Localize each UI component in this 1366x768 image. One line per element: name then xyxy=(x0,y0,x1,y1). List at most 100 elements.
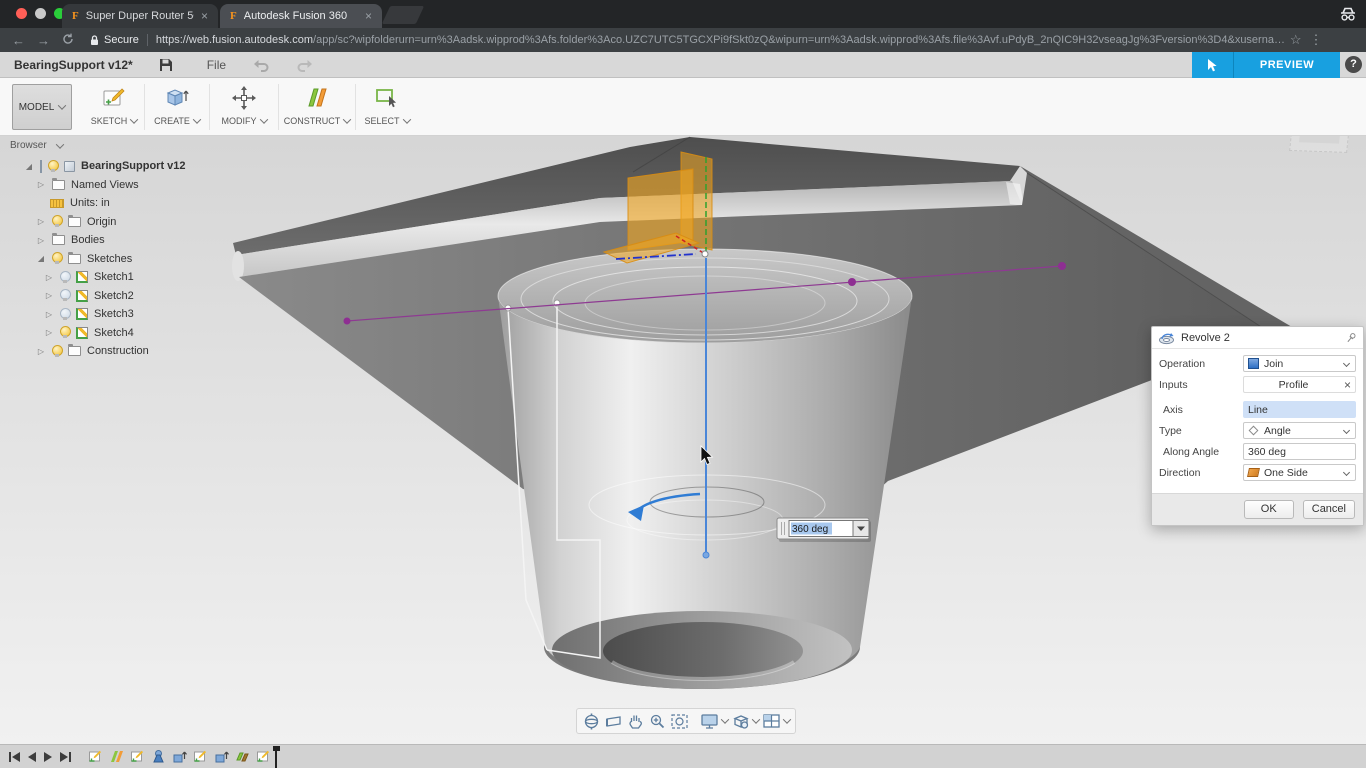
tree-item-bodies[interactable]: ▷Bodies xyxy=(6,231,216,250)
orbit-icon[interactable] xyxy=(582,712,601,731)
viewport-3d[interactable]: 360 deg RIGHT Browser ◢BearingSupport v1… xyxy=(0,136,1366,744)
timeline-feature-sketch[interactable] xyxy=(256,749,271,764)
fit-to-window-icon[interactable] xyxy=(670,712,689,731)
timeline-feature-plane[interactable] xyxy=(109,749,124,764)
go-to-start-icon[interactable] xyxy=(8,751,22,763)
timeline-feature-revolve[interactable] xyxy=(151,749,166,764)
close-window-button[interactable] xyxy=(16,8,27,19)
expander-closed-icon[interactable]: ▷ xyxy=(36,180,46,189)
visibility-bulb-icon[interactable] xyxy=(52,345,62,358)
viewports-icon[interactable] xyxy=(762,712,781,731)
tree-item-label[interactable]: Sketches xyxy=(87,253,132,265)
tree-item-label[interactable]: Bodies xyxy=(71,234,105,246)
window-controls[interactable] xyxy=(16,8,65,19)
file-menu[interactable]: File xyxy=(207,58,226,72)
browser-menu-icon[interactable]: ⋮ xyxy=(1310,32,1323,48)
tree-item-label[interactable]: Units: in xyxy=(70,197,110,209)
undo-icon[interactable] xyxy=(252,58,270,72)
tree-item-sketch1[interactable]: ▷ Sketch1 xyxy=(6,268,216,287)
display-settings-icon[interactable] xyxy=(700,712,719,731)
visibility-bulb-icon[interactable] xyxy=(52,215,62,228)
browser-tab-inactive[interactable]: F Super Duper Router 5000 - FU × xyxy=(62,4,218,28)
tree-item-label[interactable]: Origin xyxy=(87,216,116,228)
direction-dropdown[interactable]: One Side xyxy=(1243,464,1356,481)
tree-item-label[interactable]: Sketch1 xyxy=(94,271,134,283)
timeline-feature-combine[interactable] xyxy=(235,749,250,764)
tree-item-sketch4[interactable]: ▷ Sketch4 xyxy=(6,324,216,343)
expander-closed-icon[interactable]: ▷ xyxy=(44,328,54,337)
step-back-icon[interactable] xyxy=(26,751,38,763)
ribbon-group-sketch[interactable]: SKETCH xyxy=(84,80,144,134)
preview-button[interactable]: PREVIEW xyxy=(1234,52,1340,78)
tree-item-origin[interactable]: ▷ Origin xyxy=(6,213,216,232)
view-cube[interactable]: RIGHT xyxy=(1289,136,1353,153)
visibility-bulb-icon[interactable] xyxy=(60,326,70,339)
tree-item-label[interactable]: Construction xyxy=(87,345,149,357)
tree-item-label[interactable]: BearingSupport v12 xyxy=(81,160,186,172)
back-icon[interactable]: ← xyxy=(12,33,25,48)
expander-closed-icon[interactable]: ▷ xyxy=(44,310,54,319)
timeline-position-marker[interactable] xyxy=(275,746,277,768)
pan-icon[interactable] xyxy=(626,712,645,731)
help-button[interactable]: ? xyxy=(1345,56,1362,73)
tree-item-label[interactable]: Sketch4 xyxy=(94,327,134,339)
tree-item-construction[interactable]: ▷ Construction xyxy=(6,342,216,361)
chevron-down-icon[interactable] xyxy=(130,115,138,123)
view-cube-face[interactable]: RIGHT xyxy=(1299,136,1343,144)
new-tab-button[interactable] xyxy=(382,6,424,24)
expander-open-icon[interactable]: ◢ xyxy=(36,254,46,263)
chevron-down-icon[interactable] xyxy=(259,115,267,123)
url-text[interactable]: https://web.fusion.autodesk.com/app/sc?w… xyxy=(156,34,1286,46)
chevron-down-icon[interactable] xyxy=(783,715,791,723)
profile-chip[interactable]: Profile× xyxy=(1243,376,1356,393)
visibility-bulb-icon[interactable] xyxy=(60,271,70,284)
close-icon[interactable]: × xyxy=(1344,378,1351,392)
expander-closed-icon[interactable]: ▷ xyxy=(44,291,54,300)
timeline-feature-extrude[interactable] xyxy=(172,749,187,764)
expander-open-icon[interactable]: ◢ xyxy=(24,162,34,171)
go-to-end-icon[interactable] xyxy=(58,751,72,763)
visual-style-icon[interactable] xyxy=(731,712,750,731)
chevron-down-icon[interactable] xyxy=(193,115,201,123)
along-angle-input[interactable]: 360 deg xyxy=(1243,443,1356,460)
expander-closed-icon[interactable]: ▷ xyxy=(36,347,46,356)
look-at-icon[interactable] xyxy=(604,712,623,731)
zoom-icon[interactable] xyxy=(648,712,667,731)
chevron-down-icon[interactable] xyxy=(752,715,760,723)
visibility-bulb-icon[interactable] xyxy=(60,289,70,302)
axis-selected-field[interactable]: Line xyxy=(1243,401,1356,418)
timeline-feature-sketch[interactable] xyxy=(88,749,103,764)
ribbon-group-modify[interactable]: MODIFY xyxy=(210,80,278,134)
tab-close-icon[interactable]: × xyxy=(365,9,372,23)
tree-item-sketch2[interactable]: ▷Sketch2 xyxy=(6,287,216,306)
expander-closed-icon[interactable]: ▷ xyxy=(44,273,54,282)
reload-icon[interactable] xyxy=(62,33,74,48)
minimize-window-button[interactable] xyxy=(35,8,46,19)
tree-item-label[interactable]: Named Views xyxy=(71,179,139,191)
type-dropdown[interactable]: Angle xyxy=(1243,422,1356,439)
chevron-down-icon[interactable] xyxy=(55,140,63,148)
ribbon-group-select[interactable]: SELECT xyxy=(356,80,418,134)
tree-item-units[interactable]: Units: in xyxy=(6,194,216,213)
tree-item-sketches[interactable]: ◢ Sketches xyxy=(6,250,216,269)
chevron-down-icon[interactable] xyxy=(721,715,729,723)
ribbon-group-create[interactable]: CREATE xyxy=(145,80,209,134)
bookmark-star-icon[interactable]: ☆ xyxy=(1290,32,1302,48)
tab-close-icon[interactable]: × xyxy=(201,9,208,23)
ribbon-group-construct[interactable]: CONSTRUCT xyxy=(279,80,355,134)
save-icon[interactable] xyxy=(159,58,173,72)
forward-icon[interactable]: → xyxy=(37,33,50,48)
cancel-button[interactable]: Cancel xyxy=(1303,500,1355,519)
browser-tab-active[interactable]: F Autodesk Fusion 360 × xyxy=(220,4,382,28)
tree-item-component[interactable]: ◢ BearingSupport v12 xyxy=(6,157,216,176)
timeline-feature-sketch[interactable] xyxy=(193,749,208,764)
ok-button[interactable]: OK xyxy=(1244,500,1294,519)
timeline-feature-sketch[interactable] xyxy=(130,749,145,764)
workspace-selector[interactable]: MODEL xyxy=(12,84,72,130)
chevron-down-icon[interactable] xyxy=(402,115,410,123)
step-forward-icon[interactable] xyxy=(42,751,54,763)
visibility-bulb-icon[interactable] xyxy=(48,160,58,173)
expander-closed-icon[interactable]: ▷ xyxy=(36,217,46,226)
redo-icon[interactable] xyxy=(296,58,314,72)
timeline-feature-extrude[interactable] xyxy=(214,749,229,764)
